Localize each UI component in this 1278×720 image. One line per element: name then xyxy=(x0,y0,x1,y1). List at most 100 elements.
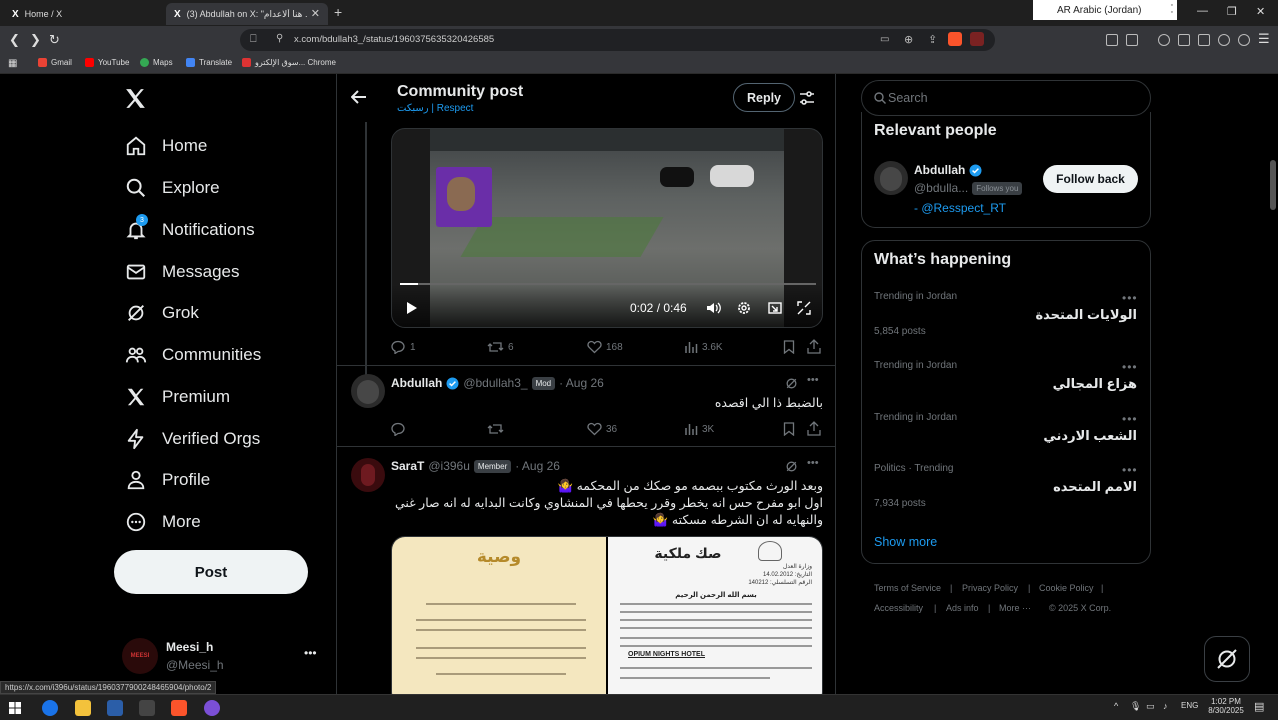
reply-button[interactable]: Reply xyxy=(733,83,795,112)
footer-link-cookies[interactable]: Cookie Policy xyxy=(1039,583,1094,593)
filter-icon[interactable] xyxy=(799,90,815,106)
trend-title[interactable]: الولايات المتحدة xyxy=(1035,307,1137,323)
pip-icon[interactable] xyxy=(768,301,782,315)
grok-icon[interactable] xyxy=(785,460,798,473)
windows-start-icon[interactable] xyxy=(9,702,21,714)
share-icon[interactable]: ⇪ xyxy=(928,33,937,46)
network-icon[interactable]: ▭ xyxy=(1146,701,1155,712)
brave-rewards-icon[interactable] xyxy=(970,32,984,46)
footer-link-accessibility[interactable]: Accessibility xyxy=(874,603,923,613)
page-scrollbar[interactable] xyxy=(1270,160,1276,210)
trend-more-icon[interactable]: ••• xyxy=(1122,291,1138,305)
reply-count[interactable] xyxy=(391,422,410,436)
bookmark-youtube[interactable]: YouTube xyxy=(85,58,129,67)
author-name[interactable]: Abdullah xyxy=(391,376,442,390)
sidebar-item-communities[interactable]: Communities xyxy=(124,340,261,370)
sidebar-item-verified-orgs[interactable]: Verified Orgs xyxy=(124,424,260,454)
video-progress-track[interactable] xyxy=(400,283,816,285)
view-count[interactable]: 3K xyxy=(684,422,714,436)
mail-app-icon[interactable] xyxy=(139,700,155,716)
person-name[interactable]: Abdullah xyxy=(914,163,965,177)
grok-chat-button[interactable] xyxy=(1204,636,1250,682)
share-icon[interactable] xyxy=(807,421,821,436)
store-icon[interactable] xyxy=(107,700,123,716)
menu-icon[interactable]: ☰ xyxy=(1258,31,1270,47)
tray-chevron-icon[interactable]: ^ xyxy=(1114,701,1118,711)
sidebar-item-grok[interactable]: Grok xyxy=(124,298,199,328)
sidebar-item-home[interactable]: Home xyxy=(124,131,207,161)
maximize-icon[interactable]: ❐ xyxy=(1227,5,1237,18)
account-avatar[interactable]: MEESI xyxy=(122,638,158,674)
reply-count[interactable]: 1 xyxy=(391,340,416,354)
post-image-will[interactable]: وصية xyxy=(392,537,606,694)
input-language[interactable]: ENG xyxy=(1181,701,1198,710)
leo-icon[interactable] xyxy=(1218,34,1230,46)
footer-link-more[interactable]: More ··· xyxy=(999,603,1031,613)
avatar[interactable] xyxy=(351,374,385,408)
close-window-icon[interactable]: ✕ xyxy=(1256,5,1265,18)
microphone-icon[interactable]: 🎙 xyxy=(1130,701,1141,712)
volume-icon[interactable] xyxy=(706,301,721,315)
bookmark-icon[interactable] xyxy=(783,422,795,436)
follow-back-button[interactable]: Follow back xyxy=(1043,165,1138,193)
edge-icon[interactable] xyxy=(42,700,58,716)
like-count[interactable]: 168 xyxy=(587,340,623,354)
post-image-deed[interactable]: صك ملكية وزارة العدل التاريخ: 14.02.2012… xyxy=(608,537,822,694)
apps-icon[interactable]: ▦ xyxy=(8,58,17,69)
music-icon[interactable] xyxy=(1158,34,1170,46)
avatar[interactable] xyxy=(874,161,908,195)
bookmark-gmail[interactable]: Gmail xyxy=(38,58,72,67)
grok-icon[interactable] xyxy=(785,377,798,390)
fullscreen-icon[interactable] xyxy=(797,301,811,315)
trend-more-icon[interactable]: ••• xyxy=(1122,463,1138,477)
sidebar-item-messages[interactable]: Messages xyxy=(124,257,239,287)
bookmark-icon[interactable]: ⎕ xyxy=(250,33,257,46)
brave-shield-icon[interactable] xyxy=(948,32,962,46)
community-name[interactable]: رسبكت | Respect xyxy=(397,103,473,114)
cast-icon[interactable]: ▭ xyxy=(880,34,889,45)
search-input[interactable]: Search xyxy=(861,80,1151,116)
bookmark-translate[interactable]: Translate xyxy=(186,58,232,67)
back-icon[interactable]: ❮ xyxy=(9,32,20,48)
extension-icon[interactable] xyxy=(1106,34,1118,46)
play-icon[interactable] xyxy=(406,301,418,315)
person-handle[interactable]: @bdulla... xyxy=(914,181,968,195)
close-tab-icon[interactable]: ✕ xyxy=(311,7,320,20)
avatar[interactable] xyxy=(351,458,385,492)
minimize-icon[interactable]: — xyxy=(1197,5,1208,17)
trend-title[interactable]: الشعب الاردني xyxy=(1043,428,1137,444)
back-arrow-icon[interactable] xyxy=(351,90,367,104)
post-date[interactable]: · Aug 26 xyxy=(559,376,604,390)
footer-link-terms[interactable]: Terms of Service xyxy=(874,583,941,593)
account-menu-icon[interactable]: ••• xyxy=(304,646,317,660)
more-options-icon[interactable]: ••• xyxy=(807,457,819,469)
brave-icon[interactable] xyxy=(171,700,187,716)
trend-more-icon[interactable]: ••• xyxy=(1122,412,1138,426)
app-icon[interactable] xyxy=(204,700,220,716)
trend-more-icon[interactable]: ••• xyxy=(1122,360,1138,374)
sidebar-item-more[interactable]: More xyxy=(124,507,201,537)
bookmark-store[interactable]: سوق الإلكترو... Chrome xyxy=(242,58,336,67)
share-icon[interactable] xyxy=(807,339,821,354)
file-explorer-icon[interactable] xyxy=(75,700,91,716)
author-handle[interactable]: @bdullah3_ xyxy=(463,376,527,390)
vpn-icon[interactable] xyxy=(1238,34,1250,46)
zoom-icon[interactable]: ⊕ xyxy=(904,33,913,46)
view-count[interactable]: 3.6K xyxy=(684,340,723,354)
post-button[interactable]: Post xyxy=(114,550,308,594)
settings-icon[interactable] xyxy=(737,301,751,315)
person-bio[interactable]: - @Resspect_RT xyxy=(914,201,1006,215)
extension-icon[interactable] xyxy=(1126,34,1138,46)
tab-post[interactable]: X (3) Abdullah on X: "هنا ألاعدام ... ✕ xyxy=(166,3,328,25)
forward-icon[interactable]: ❯ xyxy=(30,32,41,48)
footer-link-privacy[interactable]: Privacy Policy xyxy=(962,583,1018,593)
x-home-logo[interactable] xyxy=(123,86,148,111)
like-count[interactable]: 36 xyxy=(587,422,617,436)
repost-count[interactable] xyxy=(487,422,508,436)
sidebar-item-profile[interactable]: Profile xyxy=(124,465,210,495)
site-info-icon[interactable]: ⚲ xyxy=(276,33,283,44)
reload-icon[interactable]: ↻ xyxy=(49,32,60,48)
sidebar-item-explore[interactable]: Explore xyxy=(124,173,220,203)
wallet-icon[interactable] xyxy=(1198,34,1210,46)
author-name[interactable]: SaraT xyxy=(391,459,424,473)
